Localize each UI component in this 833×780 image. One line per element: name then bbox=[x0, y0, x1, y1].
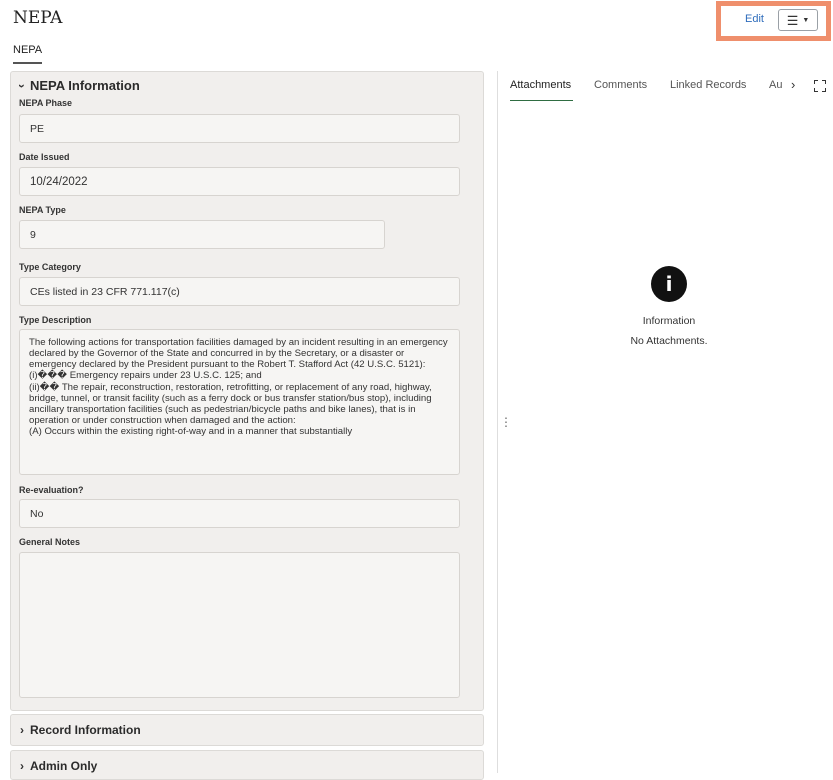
chevron-right-icon: › bbox=[20, 759, 24, 773]
page-title: NEPA bbox=[13, 8, 63, 28]
tab-linked-records[interactable]: Linked Records bbox=[670, 79, 746, 91]
date-issued-label: Date Issued bbox=[19, 152, 70, 162]
general-notes-field[interactable] bbox=[19, 552, 460, 698]
nepa-phase-label: NEPA Phase bbox=[19, 98, 73, 108]
type-description-label: Type Description bbox=[19, 315, 92, 325]
tab-nepa[interactable]: NEPA bbox=[13, 44, 43, 64]
caret-down-icon: ▼ bbox=[802, 16, 810, 24]
section-title: Admin Only bbox=[30, 759, 98, 773]
admin-only-section[interactable]: › Admin Only bbox=[10, 750, 484, 780]
record-information-section[interactable]: › Record Information bbox=[10, 714, 484, 746]
actions-menu-button[interactable]: ☰ ▼ bbox=[778, 9, 818, 31]
nepa-type-label: NEPA Type bbox=[19, 205, 66, 215]
hamburger-menu-icon: ☰ bbox=[786, 12, 799, 28]
right-panel-tabs: Attachments Comments Linked Records Au bbox=[510, 79, 790, 109]
nepa-phase-field[interactable]: PE bbox=[19, 114, 460, 143]
section-title: Record Information bbox=[30, 723, 141, 737]
info-title: Information bbox=[642, 315, 696, 327]
no-attachments-message: No Attachments. bbox=[630, 335, 708, 347]
reevaluation-label: Re-evaluation? bbox=[19, 485, 84, 495]
pane-divider bbox=[497, 71, 498, 773]
nepa-information-header[interactable]: › NEPA Information bbox=[15, 78, 140, 93]
section-title: NEPA Information bbox=[30, 78, 140, 93]
tab-audit[interactable]: Au bbox=[769, 79, 782, 91]
chevron-down-icon: › bbox=[15, 83, 29, 88]
expand-icon[interactable] bbox=[814, 80, 826, 92]
chevron-right-icon[interactable]: › bbox=[791, 77, 795, 92]
info-icon: i bbox=[651, 266, 687, 302]
tab-comments[interactable]: Comments bbox=[594, 79, 647, 91]
tab-attachments[interactable]: Attachments bbox=[510, 79, 571, 91]
general-notes-label: General Notes bbox=[19, 537, 81, 547]
type-category-field[interactable]: CEs listed in 23 CFR 771.117(c) bbox=[19, 277, 460, 306]
type-category-label: Type Category bbox=[19, 262, 81, 272]
reevaluation-field[interactable]: No bbox=[19, 499, 460, 528]
active-tab-indicator bbox=[510, 100, 573, 101]
edit-link[interactable]: Edit bbox=[745, 13, 764, 25]
nepa-information-section: › NEPA Information NEPA Phase PE Date Is… bbox=[10, 71, 484, 711]
date-issued-field[interactable]: 10/24/2022 bbox=[19, 167, 460, 196]
chevron-right-icon: › bbox=[20, 723, 24, 737]
nepa-type-field[interactable]: 9 bbox=[19, 220, 385, 249]
type-description-field[interactable]: The following actions for transportation… bbox=[19, 329, 460, 475]
resize-handle-icon[interactable]: ⋮ bbox=[500, 415, 512, 429]
